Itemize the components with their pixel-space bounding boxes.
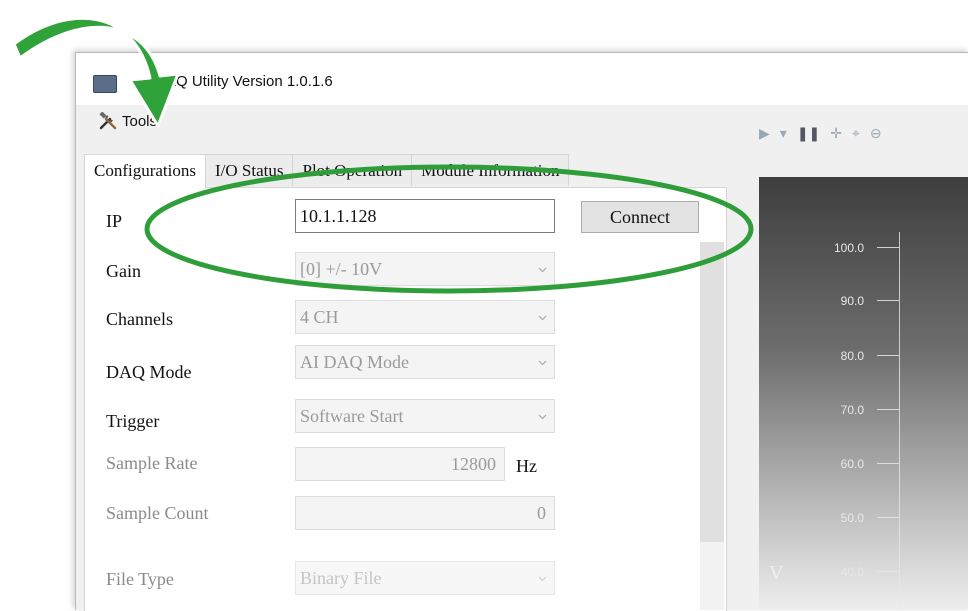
app-window: AQ Utility Version 1.0.1.6 Tools ▶ ▾ ❚❚ … — [75, 52, 968, 611]
y-axis-unit-letter: V — [769, 562, 784, 584]
scrollbar-thumb[interactable] — [700, 242, 724, 542]
file-type-label: File Type — [106, 569, 174, 589]
y-tick-label: 80.0 — [840, 349, 864, 363]
trigger-label: Trigger — [106, 411, 160, 431]
ip-input[interactable]: 10.1.1.128 — [295, 199, 555, 233]
channels-label: Channels — [106, 309, 173, 329]
y-tick — [877, 517, 899, 518]
tab-strip: Configurations I/O Status Plot Operation… — [84, 154, 570, 188]
ip-label: IP — [106, 211, 123, 231]
daq-mode-label: DAQ Mode — [106, 362, 192, 382]
config-scrollbar[interactable] — [700, 242, 724, 610]
file-type-select[interactable]: Binary File — [295, 561, 555, 595]
tab-module-information[interactable]: Module Information — [411, 154, 570, 186]
trigger-value: Software Start — [300, 406, 404, 426]
channels-select[interactable]: 4 CH — [295, 300, 555, 334]
chevron-down-icon — [538, 267, 547, 273]
plot-toolbar: ▶ ▾ ❚❚ ✛ ⌖ ⊖ — [759, 124, 882, 144]
channels-value: 4 CH — [300, 307, 339, 327]
y-tick-label: 90.0 — [840, 294, 864, 308]
daq-mode-select[interactable]: AI DAQ Mode — [295, 345, 555, 379]
menu-tools[interactable]: Tools — [98, 112, 157, 130]
window-title: AQ Utility Version 1.0.1.6 — [166, 73, 333, 90]
y-axis-line — [899, 232, 900, 610]
sample-count-input[interactable]: 0 — [295, 496, 555, 530]
tab-configurations[interactable]: Configurations — [84, 154, 206, 188]
gain-value: [0] +/- 10V — [300, 259, 383, 279]
connect-button[interactable]: Connect — [581, 201, 699, 233]
tools-icon — [99, 112, 117, 130]
sample-rate-unit: Hz — [516, 456, 537, 476]
plot-area: 100.0 90.0 80.0 70.0 60.0 50.0 40.0 V — [759, 177, 968, 610]
sample-rate-input[interactable]: 12800 — [295, 447, 505, 481]
y-tick-label: 100.0 — [833, 241, 864, 255]
y-tick — [877, 300, 899, 301]
gain-select[interactable]: [0] +/- 10V — [295, 252, 555, 286]
pan-icon[interactable]: ✛ — [830, 126, 842, 142]
y-tick-label: 70.0 — [840, 403, 864, 417]
title-bar: AQ Utility Version 1.0.1.6 — [76, 53, 968, 105]
chevron-down-icon — [538, 360, 547, 366]
sample-rate-label: Sample Rate — [106, 453, 198, 473]
chevron-down-icon — [538, 315, 547, 321]
zoom-fit-icon[interactable]: ⌖ — [852, 126, 860, 142]
gain-label: Gain — [106, 261, 141, 281]
pause-icon[interactable]: ❚❚ — [797, 126, 820, 142]
trigger-select[interactable]: Software Start — [295, 399, 555, 433]
tab-plot-operation[interactable]: Plot Operation — [292, 154, 413, 186]
y-tick — [877, 355, 899, 356]
y-tick — [877, 571, 899, 572]
y-tick — [877, 247, 899, 248]
y-tick — [877, 463, 899, 464]
sample-count-label: Sample Count — [106, 503, 209, 523]
file-type-value: Binary File — [300, 568, 382, 588]
play-icon[interactable]: ▶ — [759, 126, 770, 142]
daq-mode-value: AI DAQ Mode — [300, 352, 409, 372]
y-tick-label: 40.0 — [840, 565, 864, 579]
menu-tools-label: Tools — [122, 112, 158, 130]
y-tick-label: 50.0 — [840, 511, 864, 525]
chevron-down-icon — [538, 414, 547, 420]
zoom-out-icon[interactable]: ⊖ — [870, 126, 882, 142]
dropdown-icon[interactable]: ▾ — [780, 126, 787, 142]
y-tick — [877, 409, 899, 410]
app-icon — [93, 75, 117, 93]
y-tick-label: 60.0 — [840, 457, 864, 471]
chevron-down-icon — [538, 576, 547, 582]
tab-io-status[interactable]: I/O Status — [205, 154, 294, 186]
